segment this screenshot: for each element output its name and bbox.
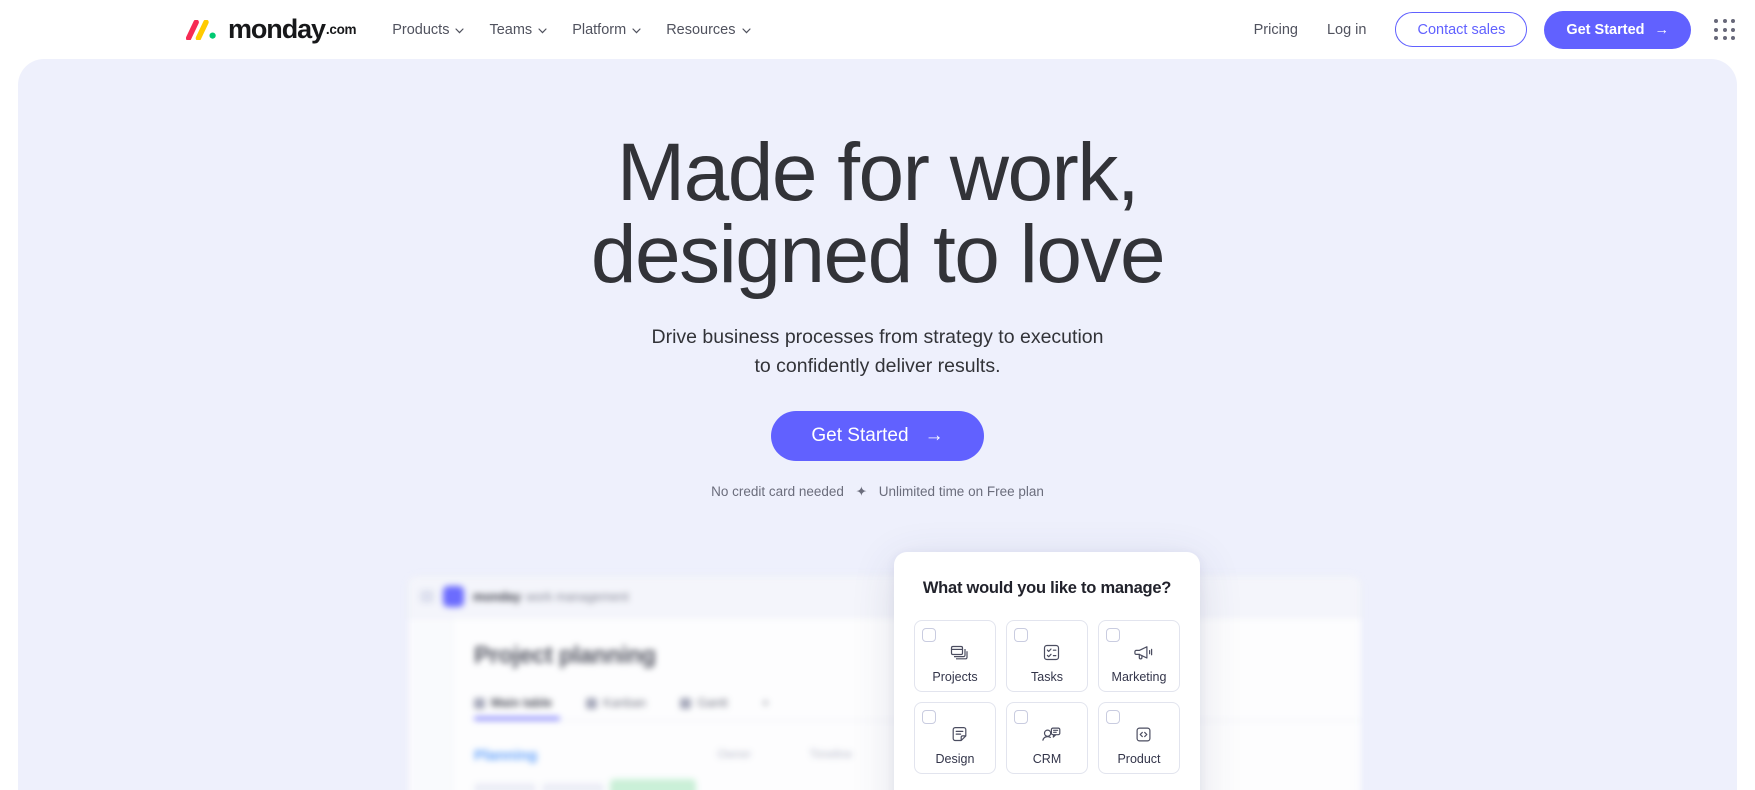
hero-cta-label: Get Started (811, 424, 909, 446)
nav-left-group: monday .com Products Teams Platform Reso… (186, 16, 751, 43)
nav-get-started-label: Get Started (1566, 21, 1645, 38)
top-navigation-bar: monday .com Products Teams Platform Reso… (0, 0, 1755, 59)
nav-get-started-button[interactable]: Get Started → (1544, 10, 1691, 49)
nav-item-products-label: Products (392, 21, 450, 38)
headline-line-1: Made for work, (616, 127, 1140, 218)
arrow-right-icon: → (1654, 21, 1670, 38)
option-card-design[interactable]: Design (914, 702, 996, 774)
nav-right-group: Pricing Log in Contact sales Get Started… (1254, 10, 1735, 49)
nav-item-resources-label: Resources (666, 21, 736, 38)
option-card-marketing[interactable]: Marketing (1098, 620, 1180, 692)
fineprint-free-plan: Unlimited time on Free plan (878, 483, 1044, 499)
megaphone-icon (1133, 640, 1154, 666)
nav-item-platform-label: Platform (572, 21, 627, 38)
option-card-crm[interactable]: CRM (1006, 702, 1088, 774)
modal-title: What would you like to manage? (922, 579, 1172, 597)
hero-get-started-button[interactable]: Get Started → (771, 410, 984, 461)
page-title: Made for work, designed to love (18, 132, 1737, 296)
manage-options-grid: Projects Tasks Marketing Design CRM Prod… (914, 620, 1180, 774)
sparkle-icon: ✦ (855, 483, 868, 499)
product-shot-sidebar (408, 618, 452, 790)
product-shot-column-timeline: Timeline (809, 749, 853, 761)
product-shot-brand-suffix: work management (525, 589, 629, 604)
product-shot-cell (542, 783, 604, 790)
logo-tld: .com (325, 21, 357, 37)
contact-sales-label: Contact sales (1417, 21, 1506, 38)
apps-grid-icon[interactable] (1714, 19, 1735, 40)
product-shot-tab-main-table: Main table (474, 696, 552, 710)
product-shot-tab-kanban: Kanban (586, 696, 646, 710)
product-shot-body: Project planning Main table Kanban Gantt… (408, 618, 1361, 790)
contact-chat-icon (1041, 722, 1062, 748)
product-shot-column-owner: Owner (717, 749, 752, 761)
product-shot-tab-label: Kanban (603, 696, 647, 710)
product-shot-logo-tile-icon (443, 586, 464, 607)
option-label-design: Design (935, 751, 975, 766)
product-shot-brand-name: monday (473, 589, 521, 604)
option-card-product[interactable]: Product (1098, 702, 1180, 774)
monday-logo[interactable]: monday .com (186, 14, 357, 44)
product-shot-cell (474, 783, 536, 790)
option-checkbox-marketing[interactable] (1106, 628, 1120, 642)
chevron-down-icon (538, 27, 547, 33)
nav-item-pricing[interactable]: Pricing (1254, 22, 1298, 38)
product-shot-tab-add: + (762, 696, 769, 710)
option-checkbox-projects[interactable] (922, 628, 936, 642)
subheading-line-1: Drive business processes from strategy t… (651, 326, 1104, 348)
headline-line-2: designed to love (590, 209, 1166, 300)
chevron-down-icon (632, 27, 641, 33)
subheading-line-2: to confidently deliver results. (754, 355, 1001, 378)
nav-item-resources[interactable]: Resources (666, 21, 751, 38)
nav-item-login[interactable]: Log in (1327, 22, 1367, 38)
product-shot-group-name: Planning (474, 746, 538, 764)
hero-subheading: Drive business processes from strategy t… (18, 323, 1737, 382)
monday-logo-mark-icon (186, 19, 216, 40)
code-brackets-icon (1134, 722, 1153, 748)
note-icon (950, 722, 969, 748)
layers-icon (949, 640, 969, 666)
option-label-marketing: Marketing (1111, 669, 1167, 684)
nav-item-products[interactable]: Products (392, 21, 465, 38)
checklist-icon (1042, 640, 1061, 666)
logo-wordmark: monday (228, 14, 326, 44)
nav-links: Products Teams Platform Resources (392, 21, 751, 38)
hero-section: Made for work, designed to love Drive bu… (18, 59, 1737, 790)
contact-sales-button[interactable]: Contact sales (1395, 12, 1528, 47)
option-label-projects: Projects (932, 669, 978, 684)
product-shot-tab-label: + (761, 696, 770, 710)
option-checkbox-product[interactable] (1106, 710, 1120, 724)
option-checkbox-crm[interactable] (1014, 710, 1028, 724)
fineprint-no-credit-card: No credit card needed (711, 483, 844, 499)
arrow-right-icon: → (924, 424, 944, 446)
product-shot-status-chip (610, 779, 696, 790)
nav-item-platform[interactable]: Platform (572, 22, 641, 38)
option-checkbox-design[interactable] (922, 710, 936, 724)
option-checkbox-tasks[interactable] (1014, 628, 1028, 642)
option-label-crm: CRM (1032, 751, 1062, 766)
manage-selection-modal: What would you like to manage? Projects (894, 552, 1200, 790)
product-shot-tab-gantt: Gantt (680, 696, 728, 710)
option-card-tasks[interactable]: Tasks (1006, 620, 1088, 692)
hero-cta-wrapper: Get Started → (18, 410, 1737, 461)
option-label-tasks: Tasks (1031, 669, 1063, 684)
nav-item-teams-label: Teams (489, 21, 533, 38)
nav-item-teams[interactable]: Teams (489, 22, 547, 38)
product-shot-brand: monday work management (473, 590, 629, 604)
option-label-product: Product (1117, 751, 1161, 766)
page-root: monday .com Products Teams Platform Reso… (0, 0, 1755, 790)
product-screenshot-preview: monday work management Project planning M… (407, 575, 1362, 790)
product-shot-topbar: monday work management (408, 576, 1361, 618)
chevron-down-icon (455, 27, 465, 33)
option-card-projects[interactable]: Projects (914, 620, 996, 692)
product-shot-tab-label: Gantt (697, 696, 728, 710)
hero-fineprint: No credit card needed ✦ Unlimited time o… (18, 484, 1737, 500)
chevron-down-icon (741, 27, 751, 33)
product-shot-tab-label: Main table (491, 696, 553, 710)
hamburger-menu-icon (420, 590, 434, 603)
